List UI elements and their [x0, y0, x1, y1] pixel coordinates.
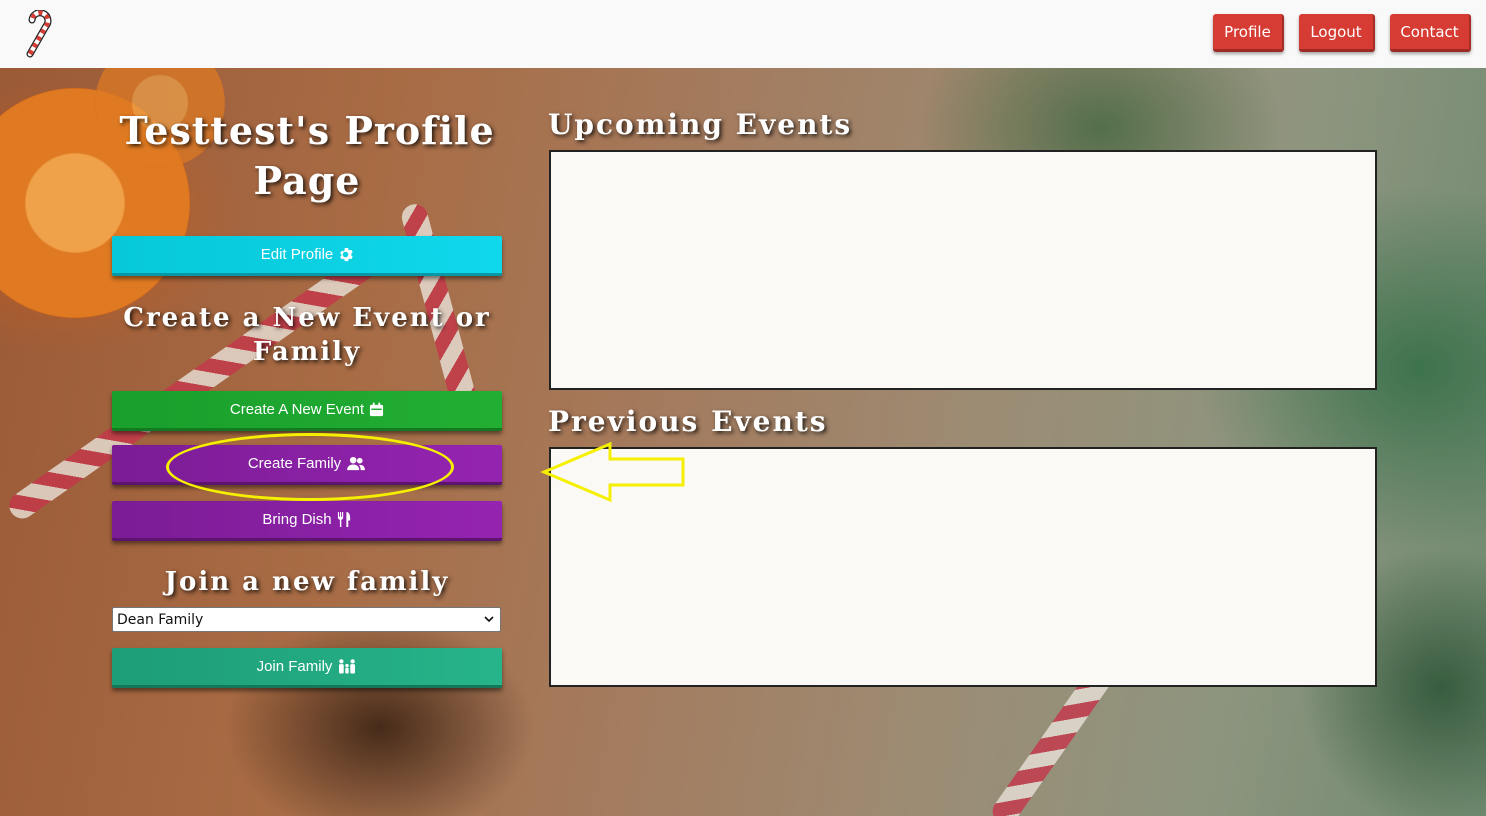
bring-dish-label: Bring Dish — [262, 511, 332, 528]
create-family-button[interactable]: Create Family — [112, 445, 502, 485]
join-family-label: Join Family — [256, 658, 333, 675]
join-family-button[interactable]: Join Family — [112, 648, 502, 688]
family-icon — [339, 659, 356, 674]
edit-profile-button[interactable]: Edit Profile — [112, 236, 502, 276]
create-event-label: Create A New Event — [229, 401, 365, 418]
calendar-icon — [370, 402, 384, 417]
users-icon — [347, 456, 366, 471]
logout-nav-button[interactable]: Logout — [1299, 14, 1375, 52]
edit-profile-label: Edit Profile — [260, 246, 334, 263]
contact-nav-button[interactable]: Contact — [1390, 14, 1471, 52]
chevron-down-icon — [484, 616, 494, 623]
family-select[interactable]: Dean Family — [112, 607, 501, 632]
create-family-label: Create Family — [247, 455, 342, 472]
previous-events-heading: Previous Events — [548, 405, 828, 438]
page-title: Testtest's Profile Page — [119, 108, 495, 203]
join-family-heading: Join a new family — [164, 567, 450, 597]
bring-dish-button[interactable]: Bring Dish — [112, 501, 502, 541]
profile-nav-button[interactable]: Profile — [1213, 14, 1284, 52]
create-event-button[interactable]: Create A New Event — [112, 391, 502, 431]
gear-icon — [340, 247, 353, 262]
candy-cane-icon[interactable] — [20, 10, 60, 58]
utensils-icon — [337, 512, 350, 527]
family-select-value: Dean Family — [117, 611, 204, 628]
upcoming-events-list[interactable] — [549, 150, 1377, 390]
previous-events-list[interactable] — [549, 447, 1377, 687]
create-section-heading: Create a New Event or Family — [123, 303, 491, 367]
upcoming-events-heading: Upcoming Events — [548, 108, 853, 141]
top-navbar: Profile Logout Contact — [0, 0, 1486, 68]
